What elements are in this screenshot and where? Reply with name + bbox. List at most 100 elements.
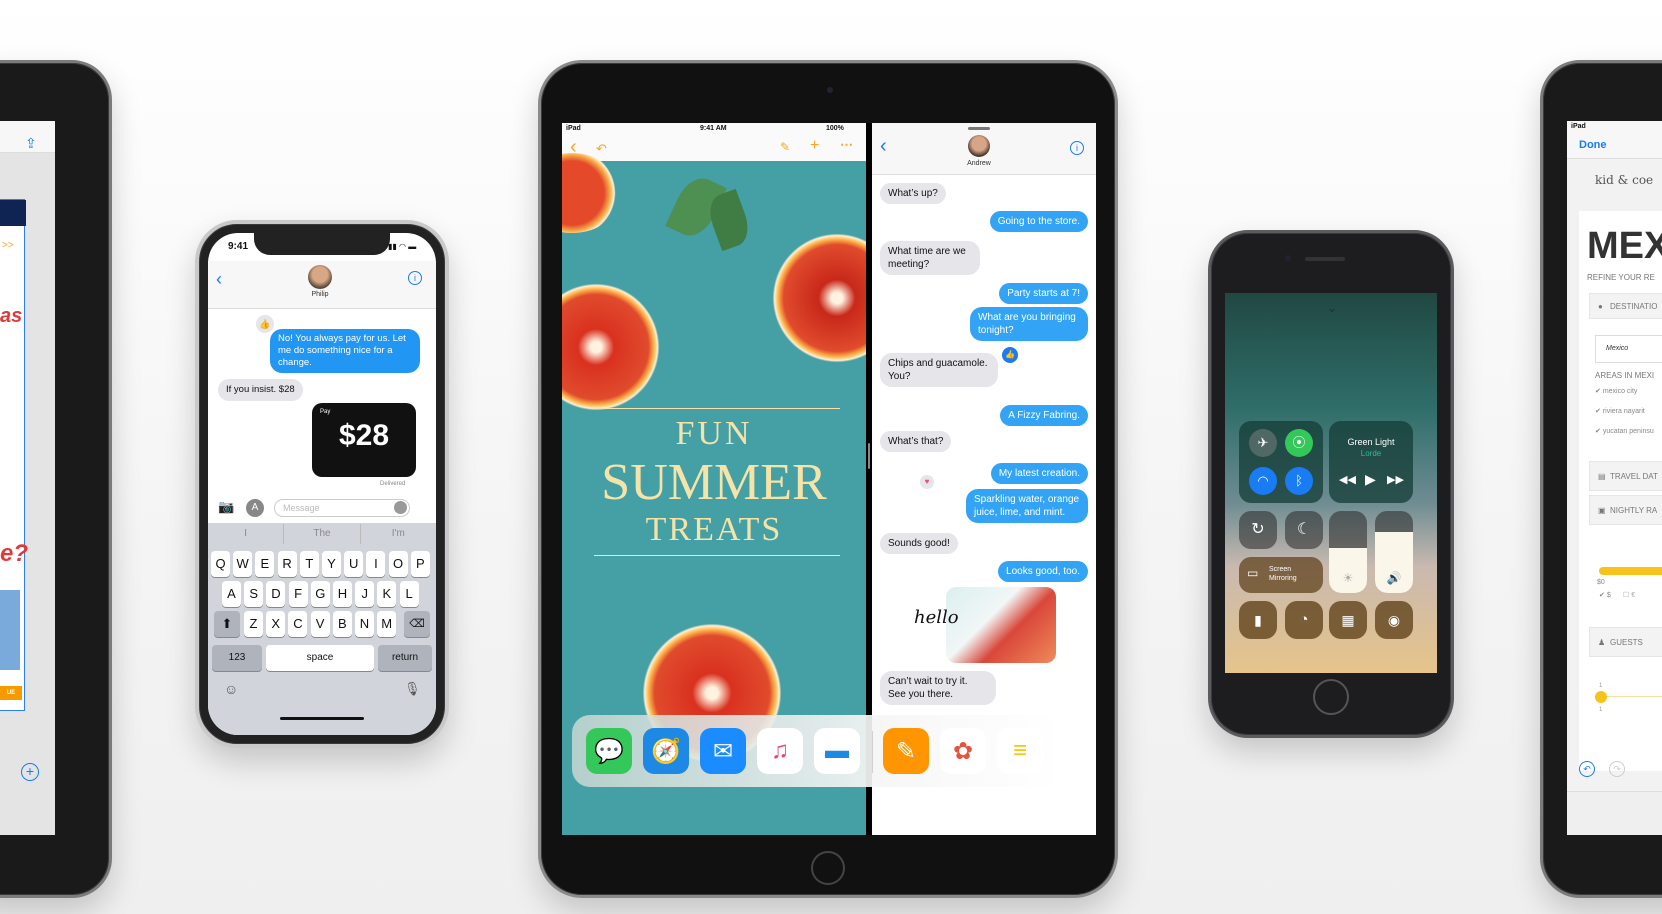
home-button[interactable]	[811, 851, 845, 885]
home-button[interactable]	[1313, 679, 1349, 715]
message-bubble-in[interactable]: Sounds good!	[880, 533, 958, 554]
key-h[interactable]: H	[333, 581, 352, 607]
message-bubble-in[interactable]: What’s that?	[880, 431, 952, 452]
guests-section[interactable]: ♟ GUESTS	[1589, 627, 1662, 657]
key-f[interactable]: F	[288, 581, 308, 607]
message-input[interactable]: Message	[274, 499, 410, 517]
destination-section[interactable]: ● DESTINATIO	[1589, 293, 1662, 319]
area-checkbox[interactable]: ✔ mexico city	[1595, 387, 1637, 395]
dismiss-chevron-icon[interactable]: ⌄	[1321, 299, 1343, 316]
message-bubble-out[interactable]: Party starts at 7!	[999, 283, 1088, 304]
play-icon[interactable]: ▶	[1365, 471, 1376, 488]
microphone-icon[interactable]	[394, 501, 407, 514]
safari-icon[interactable]: 🧭	[643, 728, 689, 774]
key-g[interactable]: G	[310, 581, 330, 607]
message-bubble-in[interactable]: Chips and guacamole. You?	[880, 353, 998, 387]
continue-button[interactable]: UE	[0, 686, 22, 700]
key-k[interactable]: K	[377, 581, 397, 607]
back-chevron-icon[interactable]: ‹	[880, 135, 887, 158]
markup-document[interactable]: >> as e? UE	[0, 199, 28, 711]
message-bubble-in[interactable]: What time are we meeting?	[880, 241, 980, 275]
currency-eur-checkbox[interactable]: ☐ €	[1623, 591, 1635, 599]
volume-slider[interactable]: 🔊	[1375, 511, 1413, 593]
photos-icon[interactable]: ✿	[940, 728, 986, 774]
nightly-rate-section[interactable]: ▣ NIGHTLY RA	[1589, 495, 1662, 525]
key-l[interactable]: L	[399, 581, 419, 607]
key-y[interactable]: Y	[322, 551, 341, 577]
area-checkbox[interactable]: ✔ yucatan peninsu	[1595, 427, 1654, 435]
camera-button[interactable]: ◉	[1375, 601, 1413, 639]
message-bubble-out[interactable]: Going to the store.	[989, 211, 1088, 232]
key-n[interactable]: N	[355, 611, 374, 637]
redo-icon[interactable]: ↷	[1609, 761, 1625, 777]
done-button[interactable]: Done	[1579, 139, 1607, 151]
pages-icon[interactable]: ✎	[883, 728, 929, 774]
delete-key[interactable]: ⌫	[404, 611, 430, 637]
message-bubble-out[interactable]: What are you bringing tonight?	[970, 307, 1088, 341]
drink-photo[interactable]	[946, 587, 1056, 663]
key-a[interactable]: A	[222, 581, 241, 607]
messages-icon[interactable]: 💬	[586, 728, 632, 774]
poster-title-line-3[interactable]: TREATS	[562, 511, 866, 549]
key-i[interactable]: I	[366, 551, 386, 577]
message-bubble-in[interactable]: Can’t wait to try it. See you there.	[880, 671, 996, 705]
undo-icon[interactable]: ↶	[596, 141, 607, 157]
fast-forward-icon[interactable]: ▶▶	[1387, 473, 1404, 486]
dictation-icon[interactable]: 🎙	[404, 681, 421, 697]
return-key[interactable]: return	[378, 645, 432, 671]
avatar[interactable]	[968, 135, 990, 157]
slide-over-handle[interactable]	[968, 127, 990, 130]
back-chevron-icon[interactable]: ‹	[216, 269, 222, 290]
notes-icon[interactable]: ≡	[997, 728, 1043, 774]
timer-button[interactable]: ◔	[1285, 601, 1323, 639]
flashlight-button[interactable]: ▮	[1239, 601, 1277, 639]
travel-dates-section[interactable]: ▤ TRAVEL DAT	[1589, 461, 1662, 491]
area-checkbox[interactable]: ✔ riviera nayarit	[1595, 407, 1645, 415]
poster-title-line-2[interactable]: SUMMER	[562, 453, 866, 512]
emoji-icon[interactable]: ☺	[224, 681, 238, 697]
rewind-icon[interactable]: ◀◀	[1339, 473, 1356, 486]
add-icon[interactable]: +	[21, 763, 39, 781]
key-d[interactable]: D	[266, 581, 286, 607]
suggestion-3[interactable]: I'm	[361, 524, 436, 544]
info-icon[interactable]: i	[1070, 141, 1084, 155]
brightness-slider[interactable]: ☀	[1329, 511, 1367, 593]
key-s[interactable]: S	[244, 581, 264, 607]
poster-title-line-1[interactable]: FUN	[562, 415, 866, 453]
avatar[interactable]	[308, 265, 332, 289]
info-icon[interactable]: i	[408, 271, 422, 285]
key-r[interactable]: R	[277, 551, 297, 577]
format-brush-icon[interactable]: ✎	[780, 140, 790, 154]
key-c[interactable]: C	[288, 611, 308, 637]
home-indicator[interactable]	[280, 717, 364, 720]
shift-key[interactable]: ⬆	[214, 611, 240, 637]
screen-mirroring-button[interactable]: ▭ Screen Mirroring	[1239, 557, 1323, 593]
message-bubble-out[interactable]: A Fizzy Fabring.	[1000, 405, 1088, 426]
message-bubble-in[interactable]: If you insist. $28	[218, 379, 303, 401]
share-icon[interactable]: ⇪	[25, 135, 37, 152]
key-b[interactable]: B	[332, 611, 352, 637]
price-range-slider[interactable]	[1599, 567, 1662, 575]
key-m[interactable]: M	[377, 611, 397, 637]
key-x[interactable]: X	[266, 611, 286, 637]
key-e[interactable]: E	[255, 551, 275, 577]
key-v[interactable]: V	[310, 611, 330, 637]
message-bubble-in[interactable]: What’s up?	[880, 183, 946, 204]
undo-icon[interactable]: ↶	[1579, 761, 1595, 777]
message-bubble-out[interactable]: Looks good, too.	[998, 561, 1088, 582]
guests-slider-track[interactable]	[1607, 696, 1662, 697]
key-o[interactable]: O	[388, 551, 408, 577]
airplane-mode-icon[interactable]: ✈	[1249, 429, 1277, 457]
add-icon[interactable]: +	[810, 137, 819, 155]
destination-input[interactable]: Mexico	[1595, 335, 1662, 363]
files-icon[interactable]: ▬	[814, 728, 860, 774]
key-q[interactable]: Q	[211, 551, 230, 577]
key-t[interactable]: T	[299, 551, 319, 577]
calculator-button[interactable]: ▦	[1329, 601, 1367, 639]
key-w[interactable]: W	[233, 551, 253, 577]
suggestion-2[interactable]: The	[284, 524, 361, 544]
currency-usd-checkbox[interactable]: ✔ $	[1599, 591, 1611, 599]
divider-handle[interactable]	[868, 443, 870, 469]
key-u[interactable]: U	[344, 551, 364, 577]
cellular-data-icon[interactable]: ⦿	[1285, 429, 1313, 457]
